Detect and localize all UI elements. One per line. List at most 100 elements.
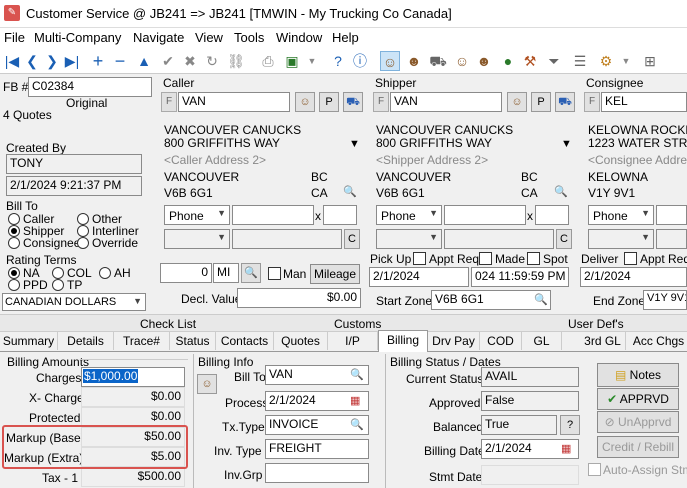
consignee-f-button[interactable]: F [584,92,600,112]
approve-button[interactable]: ✔ APPRVD [597,388,679,410]
fb-number-input[interactable]: C02384 [28,77,152,97]
bill-to-lookup-icon[interactable]: 🔍 [350,368,364,381]
end-zone-input[interactable]: V1Y 9V1 [643,290,687,310]
check-icon[interactable]: ✔ [158,51,178,71]
remove-icon[interactable]: − [110,51,130,71]
menu-window[interactable]: Window [276,30,322,45]
monitor-icon[interactable]: ▣ [282,51,302,71]
up-icon[interactable]: ▲ [134,51,154,71]
caller-person-icon[interactable]: ☺ [295,92,315,112]
bill-to-override-radio[interactable] [77,237,89,249]
caller-phone-input[interactable] [232,205,314,225]
rating-na-radio[interactable] [8,267,20,279]
caller-ext-input[interactable] [323,205,357,225]
caller-contact-input[interactable] [232,229,342,249]
consignee-contact-input[interactable] [656,229,687,249]
consignee-phone-input[interactable] [656,205,687,225]
first-record-icon[interactable]: |◀ [2,51,22,71]
shipper-code-input[interactable]: VAN [390,92,502,112]
shipper-contact-select[interactable]: ▼ [376,229,442,249]
pickup-appt-req-checkbox[interactable] [413,252,426,265]
caller-contact-select[interactable]: ▼ [164,229,230,249]
caller-p-button[interactable]: P [319,92,339,112]
consignee-code-input[interactable]: KEL [601,92,687,112]
mileage-input[interactable]: 0 [160,263,212,283]
rating-col-radio[interactable] [52,267,64,279]
cancel-icon[interactable]: ✖ [180,51,200,71]
pickup-time-input[interactable]: 024 11:59:59 PM [471,267,569,287]
shipper-phone-input[interactable] [444,205,526,225]
filter-icon[interactable]: ⏷ [544,51,564,71]
pickup-made-checkbox[interactable] [479,252,492,265]
rating-ah-radio[interactable] [99,267,111,279]
charges-input[interactable]: $1,000.00 [81,367,185,387]
tx-type-lookup-icon[interactable]: 🔍 [350,418,364,431]
balanced-help-button[interactable]: ? [560,415,580,435]
bill-to-shipper-radio[interactable] [8,225,20,237]
next-record-icon[interactable]: ❯ [42,51,62,71]
pickup-date-input[interactable]: 2/1/2024 [369,267,469,287]
print-icon[interactable]: ⎙ [258,51,278,71]
calendar-icon[interactable]: ▦ [350,394,360,407]
currency-select[interactable]: CANADIAN DOLLARS ▼ [2,293,146,311]
tab-billing[interactable]: Billing [378,330,428,352]
pickup-spot-checkbox[interactable] [527,252,540,265]
driver-icon[interactable]: ☺ [452,51,472,71]
tab-cod[interactable]: COD [480,332,522,350]
shipper-phone-type-select[interactable]: Phone ▼ [376,205,442,225]
check-list-header[interactable]: Check List [140,317,196,331]
customs-header[interactable]: Customs [334,317,381,331]
shipper-p-button[interactable]: P [531,92,551,112]
decl-value-input[interactable]: $0.00 [237,288,361,308]
add-icon[interactable]: + [88,51,108,71]
prev-record-icon[interactable]: ❮ [22,51,42,71]
billing-person-icon[interactable]: ☺ [197,374,217,394]
start-zone-lookup-icon[interactable]: 🔍 [532,291,550,309]
info-icon[interactable]: ⓘ [350,51,370,71]
tab-gl[interactable]: GL [522,332,562,350]
mileage-unit[interactable]: MI [213,263,239,283]
help-icon[interactable]: ? [328,51,348,71]
rating-tp-radio[interactable] [52,279,64,291]
shipper-person-icon[interactable]: ☺ [507,92,527,112]
customer-icon[interactable]: ☺ [380,51,400,71]
settings-dropdown-icon[interactable]: ▼ [616,51,636,71]
mileage-button[interactable]: Mileage [310,264,360,284]
wrench-icon[interactable]: ⚒ [520,51,540,71]
tab-status[interactable]: Status [170,332,216,350]
chevron-down-icon[interactable]: ▼ [349,138,360,150]
shipper-f-button[interactable]: F [373,92,389,112]
unapprove-button[interactable]: ⊘ UnApprvd [597,411,679,433]
consignee-phone-type-select[interactable]: Phone ▼ [588,205,654,225]
users-icon[interactable]: ☻ [474,51,494,71]
dropdown-arrow-icon[interactable]: ▼ [302,51,322,71]
tab-quotes[interactable]: Quotes [274,332,328,350]
truck-icon[interactable]: ⛟ [428,51,448,71]
shipper-ext-input[interactable] [535,205,569,225]
calendar-icon[interactable]: ▦ [561,442,571,455]
last-record-icon[interactable]: ▶| [62,51,82,71]
bill-to-other-radio[interactable] [77,213,89,225]
deliver-date-input[interactable]: 2/1/2024 [580,267,687,287]
caller-phone-type-select[interactable]: Phone ▼ [164,205,230,225]
caller-f-button[interactable]: F [161,92,177,112]
tab-summary[interactable]: Summary [0,332,58,350]
menu-multi-company[interactable]: Multi-Company [34,30,121,45]
menu-view[interactable]: View [195,30,223,45]
inv-type-input[interactable]: FREIGHT [265,439,369,459]
rating-ppd-radio[interactable] [8,279,20,291]
inv-grp-input[interactable] [265,463,369,483]
tab-details[interactable]: Details [58,332,114,350]
menu-navigate[interactable]: Navigate [133,30,184,45]
layout-icon[interactable]: ⊞ [640,51,660,71]
caller-c-button[interactable]: C [344,229,360,249]
consignee-contact-select[interactable]: ▼ [588,229,654,249]
shipper-contact-input[interactable] [444,229,554,249]
document-icon[interactable]: ☰ [570,51,590,71]
chevron-down-icon[interactable]: ▼ [561,138,572,150]
tab-drv-pay[interactable]: Drv Pay [428,332,480,350]
caller-address-lookup-icon[interactable]: 🔍 [340,183,360,203]
caller-truck-icon[interactable]: ⛟ [343,92,363,112]
user-defs-header[interactable]: User Def's [568,317,624,331]
shipper-c-button[interactable]: C [556,229,572,249]
